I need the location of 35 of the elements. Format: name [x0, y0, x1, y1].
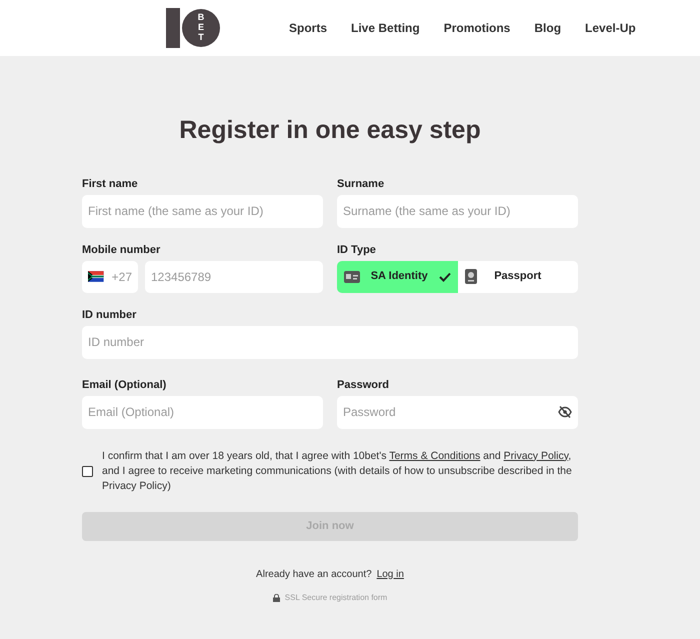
nav-link[interactable]: Sports	[289, 19, 328, 37]
nav-link[interactable]: Live Betting	[351, 19, 420, 37]
id-card-icon	[344, 270, 360, 282]
field-label: Password	[337, 378, 390, 390]
eye-off-icon[interactable]	[558, 406, 572, 418]
lock-icon	[272, 594, 280, 602]
input-field[interactable]: ID number	[82, 326, 578, 358]
input-field[interactable]: Surname (the same as your ID)	[337, 194, 578, 228]
field-label: Email (Optional)	[82, 378, 168, 390]
consent-link[interactable]: Terms & Conditions	[389, 450, 480, 462]
input-field[interactable]: 123456789	[145, 260, 323, 292]
nav-link[interactable]: Promotions	[444, 19, 510, 37]
consent-checkbox[interactable]	[82, 466, 93, 476]
passport-icon	[464, 269, 476, 284]
login-prompt: Already have an account?	[256, 568, 372, 582]
check-icon	[438, 272, 450, 282]
id-type-option[interactable]: SA Identity	[337, 260, 458, 292]
password-field[interactable]: Password	[337, 396, 578, 428]
field-label: ID number	[82, 308, 138, 320]
field-label: Mobile number	[82, 242, 162, 256]
nav-link[interactable]: Blog	[534, 19, 562, 37]
field-label: ID Type	[337, 242, 377, 256]
consent-link[interactable]: Privacy Policy	[504, 450, 568, 462]
page-title: Register in one easy step	[178, 115, 482, 146]
secure-note: SSL Secure registration form	[284, 592, 388, 604]
flag-icon	[88, 271, 104, 282]
input-field[interactable]: Email (Optional)	[82, 396, 323, 428]
password-input[interactable]: Password	[343, 403, 558, 421]
consent-text: I confirm that I am over 18 years old, that I agree with 10bet's Terms & Conditions and Privacy Policy, and I agree to receive marketing communications (with details of how to unsubscribe described in the Privacy Policy)	[102, 448, 573, 494]
input-field[interactable]: First name (the same as your ID)	[82, 194, 323, 228]
field-label: Surname	[337, 176, 386, 190]
login-link[interactable]: Log in	[376, 566, 404, 582]
id-type-option[interactable]: Passport	[458, 260, 578, 292]
nav-link[interactable]: Level-Up	[585, 19, 636, 37]
field-label: First name	[82, 176, 139, 190]
